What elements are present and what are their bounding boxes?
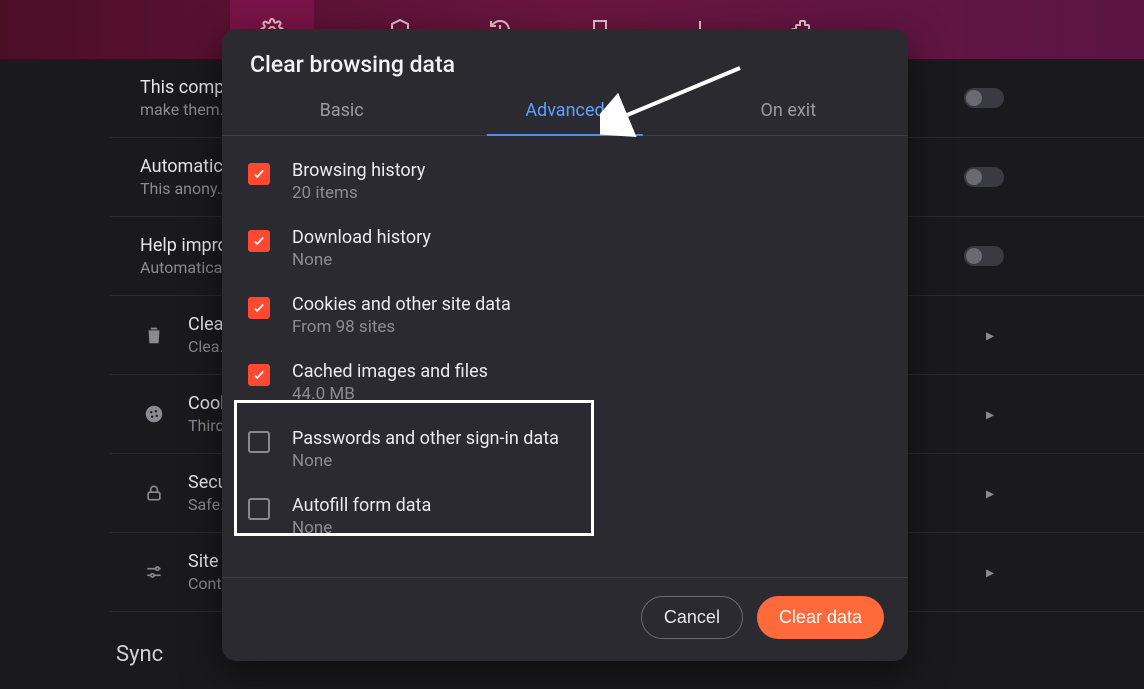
option-sub: None [292, 250, 431, 270]
option-download-history: Download history None [244, 221, 886, 288]
option-browsing-history: Browsing history 20 items [244, 154, 886, 221]
dialog-title: Clear browsing data [222, 29, 908, 88]
option-label: Cookies and other site data [292, 294, 511, 315]
checkbox-cache[interactable] [248, 364, 270, 386]
option-sub: From 98 sites [292, 317, 511, 337]
checkbox-autofill[interactable] [248, 498, 270, 520]
dialog-tabs: Basic Advanced On exit [222, 88, 908, 136]
clear-data-button[interactable]: Clear data [757, 596, 884, 639]
dialog-footer: Cancel Clear data [222, 577, 908, 661]
tab-on-exit[interactable]: On exit [677, 88, 900, 135]
checkbox-passwords[interactable] [248, 431, 270, 453]
option-sub: None [292, 518, 431, 538]
dialog-body: Browsing history 20 items Download histo… [222, 136, 908, 577]
option-passwords: Passwords and other sign-in data None [244, 422, 886, 489]
option-label: Browsing history [292, 160, 425, 181]
checkbox-browsing-history[interactable] [248, 163, 270, 185]
modal-backdrop: Clear browsing data Basic Advanced On ex… [0, 0, 1144, 689]
option-label: Passwords and other sign-in data [292, 428, 559, 449]
option-autofill: Autofill form data None [244, 489, 886, 556]
tab-advanced[interactable]: Advanced [453, 88, 676, 135]
option-sub: 44.0 MB [292, 384, 488, 404]
tab-basic[interactable]: Basic [230, 88, 453, 135]
option-sub: None [292, 451, 559, 471]
option-label: Cached images and files [292, 361, 488, 382]
checkbox-download-history[interactable] [248, 230, 270, 252]
option-cookies: Cookies and other site data From 98 site… [244, 288, 886, 355]
checkbox-cookies[interactable] [248, 297, 270, 319]
option-cache: Cached images and files 44.0 MB [244, 355, 886, 422]
option-label: Download history [292, 227, 431, 248]
option-label: Autofill form data [292, 495, 431, 516]
cancel-button[interactable]: Cancel [641, 596, 743, 639]
clear-browsing-data-dialog: Clear browsing data Basic Advanced On ex… [222, 29, 908, 661]
option-sub: 20 items [292, 183, 425, 203]
